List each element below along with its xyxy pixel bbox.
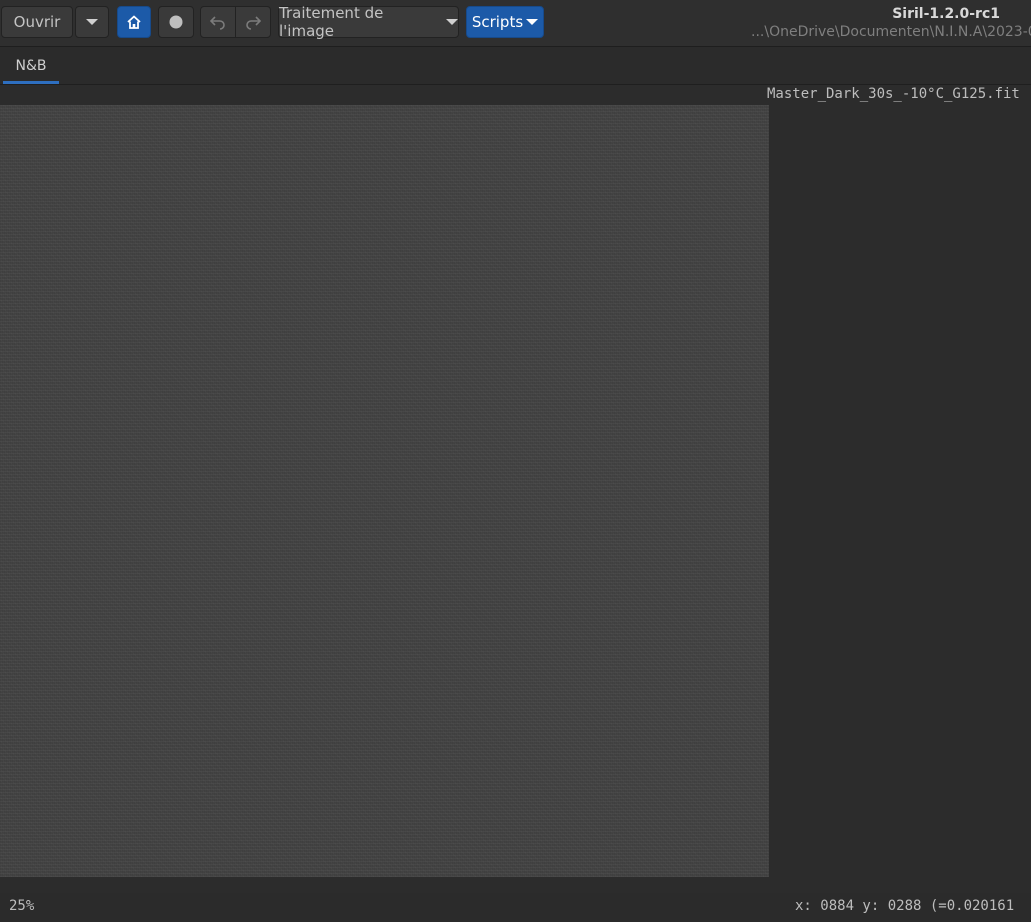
image-filename: Master_Dark_30s_-10°C_G125.fit xyxy=(767,86,1020,102)
zoom-level: 25% xyxy=(9,898,35,914)
app-title: Siril-1.2.0-rc1 xyxy=(892,6,1000,22)
redo-button[interactable] xyxy=(235,6,271,38)
active-tab-indicator xyxy=(3,81,59,84)
channel-tabs: N&B xyxy=(0,47,1031,85)
chevron-down-icon xyxy=(446,19,458,25)
chevron-down-icon xyxy=(86,19,98,25)
redo-icon xyxy=(246,16,262,30)
image-processing-menu-button[interactable]: Traitement de l'image xyxy=(278,4,459,40)
open-button-label: Ouvrir xyxy=(13,13,61,31)
image-view: Master_Dark_30s_-10°C_G125.fit xyxy=(0,85,1031,893)
file-path-subtitle: ...\OneDrive\Documenten\N.I.N.A\2023-0 xyxy=(751,24,1031,40)
tab-label: N&B xyxy=(15,58,47,74)
scripts-menu-button[interactable]: Scripts xyxy=(466,6,544,38)
open-button[interactable]: Ouvrir xyxy=(1,6,73,38)
image-canvas[interactable] xyxy=(0,105,769,877)
header-bar: Ouvrir Traitement de l'image Scripts Sir… xyxy=(0,0,1031,47)
chevron-down-icon xyxy=(526,19,539,25)
scripts-label: Scripts xyxy=(471,13,524,31)
recent-files-dropdown-button[interactable] xyxy=(75,6,109,38)
record-button[interactable] xyxy=(158,6,194,38)
circle-icon xyxy=(169,15,183,29)
tab-nb[interactable]: N&B xyxy=(3,56,59,84)
image-processing-label: Traitement de l'image xyxy=(279,4,384,40)
window-title-block: Siril-1.2.0-rc1 ...\OneDrive\Documenten\… xyxy=(751,4,1031,44)
pixel-coordinates: x: 0884 y: 0288 (=0.020161 xyxy=(795,898,1015,914)
undo-icon xyxy=(209,16,225,30)
home-icon xyxy=(127,15,141,29)
undo-button[interactable] xyxy=(200,6,236,38)
siril-window: Ouvrir Traitement de l'image Scripts Sir… xyxy=(0,0,1031,922)
status-bar: 25% x: 0884 y: 0288 (=0.020161 xyxy=(0,893,1031,922)
home-button[interactable] xyxy=(117,6,151,38)
